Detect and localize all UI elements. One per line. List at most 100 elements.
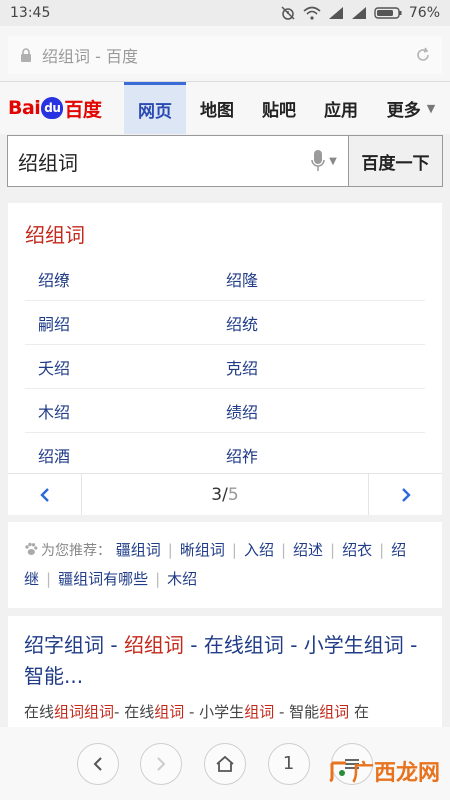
chevron-left-icon — [93, 756, 102, 771]
voice-search-button[interactable]: ▼ — [300, 136, 348, 186]
logo-bai-text: Bai — [8, 97, 41, 119]
tab-web[interactable]: 网页 — [124, 82, 186, 134]
table-row: 嗣绍 绍统 — [25, 301, 425, 345]
chevron-down-icon: ▼ — [426, 101, 436, 115]
abstract-text: - 小学生 — [184, 703, 245, 721]
status-time: 13:45 — [10, 5, 51, 21]
tab-label: 更多 — [386, 100, 421, 121]
prev-page-button[interactable] — [8, 474, 82, 515]
lock-icon — [21, 48, 31, 62]
abstract-highlight: 组词 — [319, 703, 350, 721]
title-highlight: 绍组词 — [123, 633, 184, 657]
back-button[interactable] — [76, 742, 119, 785]
table-row: 夭绍 克绍 — [25, 345, 425, 389]
word-link[interactable]: 绍酒 — [25, 443, 213, 467]
recommend-link[interactable]: 绍述 — [293, 541, 323, 559]
word-link[interactable]: 绍隆 — [213, 267, 401, 291]
search-button[interactable]: 百度一下 — [348, 136, 442, 186]
paw-icon — [25, 542, 38, 555]
abstract-highlight: 组词组词 — [54, 703, 115, 721]
reload-icon[interactable] — [414, 46, 432, 64]
pager: 3/5 — [8, 473, 442, 515]
recommend-link[interactable]: 疆组词 — [116, 541, 161, 559]
url-text: 绍组词 - 百度 — [42, 47, 138, 66]
tab-more[interactable]: 更多 ▼ — [372, 82, 450, 134]
table-row: 木绍 绩绍 — [25, 389, 425, 433]
logo-paw-mark: du — [41, 97, 64, 119]
word-link[interactable]: 嗣绍 — [25, 311, 213, 335]
word-link[interactable]: 夭绍 — [25, 355, 213, 379]
divider: | — [231, 541, 237, 559]
abstract-text: 在线 — [24, 703, 55, 721]
recommend-link[interactable]: 木绍 — [167, 570, 197, 588]
word-link[interactable]: 木绍 — [25, 399, 213, 423]
card-title[interactable]: 绍组词 — [25, 219, 85, 248]
title-text: 绍字组词 - — [24, 633, 124, 657]
microphone-icon — [311, 150, 325, 171]
search-bar: ▼ 百度一下 — [7, 135, 443, 187]
tab-label: 贴吧 — [262, 100, 296, 121]
watermark: 广西龙网 — [328, 755, 440, 787]
abstract-text: 在 — [349, 703, 369, 721]
watermark-text: 广西龙网 — [351, 761, 440, 786]
abstract-text: - 智能 — [274, 703, 320, 721]
logo-cn-text: 百度 — [64, 98, 102, 121]
recommend-link[interactable]: 入绍 — [244, 541, 274, 559]
chevron-right-icon — [401, 487, 411, 502]
result-abstract: 在线组词组词- 在线组词 - 小学生组词 - 智能组词 在 — [24, 700, 428, 724]
browser-url-bar: 绍组词 - 百度 — [0, 26, 450, 82]
recommend-link[interactable]: 疆组词有哪些 — [58, 570, 148, 588]
tabs-button[interactable]: 1 — [267, 742, 310, 785]
tab-label: 应用 — [324, 100, 358, 121]
search-type-tabs: 网页 地图 贴吧 应用 更多 ▼ — [124, 82, 450, 134]
tab-tieba[interactable]: 贴吧 — [248, 82, 310, 134]
page-indicator: 3/5 — [82, 474, 368, 515]
battery-percent: 76% — [408, 5, 440, 21]
recommend-card: 为您推荐： 疆组词 | 晰组词 | 入绍 | 绍述 | 绍衣 | 绍继 | 疆组词有哪些 | 木绍 — [8, 522, 442, 608]
recommend-link[interactable]: 绍衣 — [342, 541, 372, 559]
chevron-right-icon — [157, 756, 166, 771]
result-title-link[interactable]: 绍字组词 - 绍组词 - 在线组词 - 小学生组词 - 智能... — [24, 630, 428, 692]
divider: | — [46, 570, 52, 588]
divider: | — [280, 541, 287, 559]
recommend-link[interactable]: 晰组词 — [180, 541, 225, 559]
chevron-down-icon: ▼ — [329, 155, 337, 167]
tab-count: 1 — [282, 753, 295, 774]
alarm-icon — [280, 5, 296, 21]
tab-label: 网页 — [138, 102, 172, 122]
divider: | — [330, 541, 336, 559]
forward-button[interactable] — [140, 742, 183, 785]
tab-map[interactable]: 地图 — [186, 82, 248, 134]
word-link[interactable]: 绩绍 — [213, 399, 401, 423]
page-current: 3 — [211, 484, 223, 505]
page-total: 5 — [227, 484, 239, 505]
wifi-icon — [303, 6, 321, 20]
tab-label: 地图 — [200, 100, 234, 121]
abstract-text: - 在线 — [114, 703, 155, 721]
divider: | — [155, 570, 161, 588]
baidu-header: Bai du 百度 网页 地图 贴吧 应用 更多 ▼ — [0, 82, 450, 134]
divider: | — [379, 541, 385, 559]
baidu-logo[interactable]: Bai du 百度 — [8, 94, 102, 122]
abstract-highlight: 组词 — [244, 703, 275, 721]
recommend-label: 为您推荐： — [41, 543, 111, 559]
home-icon — [216, 755, 234, 772]
word-link[interactable]: 克绍 — [213, 355, 401, 379]
watermark-logo-icon — [329, 761, 346, 782]
word-link[interactable]: 绍统 — [213, 311, 401, 335]
chevron-left-icon — [39, 487, 49, 502]
table-row: 绍酒 绍祚 — [25, 433, 425, 477]
divider: | — [167, 541, 173, 559]
home-button[interactable] — [203, 742, 246, 785]
signal-icon-2 — [351, 6, 367, 20]
search-input[interactable] — [8, 136, 300, 186]
url-field[interactable]: 绍组词 - 百度 — [8, 36, 442, 74]
tab-apps[interactable]: 应用 — [310, 82, 372, 134]
word-link[interactable]: 绍缭 — [25, 267, 213, 291]
table-row: 绍缭 绍隆 — [25, 257, 425, 301]
word-grid: 绍缭 绍隆 嗣绍 绍统 夭绍 克绍 木绍 绩绍 绍酒 绍祚 — [25, 257, 425, 477]
word-link[interactable]: 绍祚 — [213, 443, 401, 467]
word-list-card: 绍组词 绍缭 绍隆 嗣绍 绍统 夭绍 克绍 木绍 绩绍 绍酒 绍祚 3/5 — [8, 203, 442, 515]
status-bar: 13:45 76% — [0, 0, 450, 26]
next-page-button[interactable] — [368, 474, 442, 515]
